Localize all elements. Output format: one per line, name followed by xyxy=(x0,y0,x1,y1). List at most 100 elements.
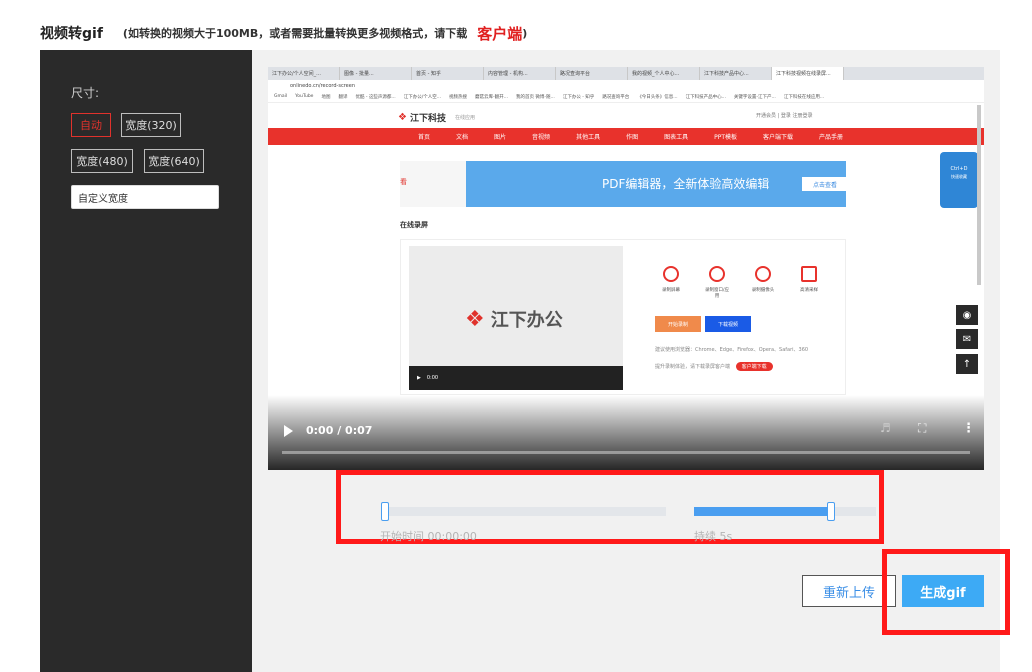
site-tagline: 在线应用 xyxy=(454,115,475,121)
bookmark-item: YouTube xyxy=(295,94,314,99)
play-circle-icon xyxy=(755,266,771,282)
size-480-button[interactable]: 宽度(480) xyxy=(71,149,133,173)
volume-icon[interactable]: ♬ xyxy=(880,421,896,437)
bookmark-item: 路况查询平台 xyxy=(602,94,630,100)
info-note-close: ) xyxy=(522,26,528,40)
monitor-icon xyxy=(663,266,679,282)
site-nav-item: 图片 xyxy=(494,134,507,141)
size-label: 尺寸: xyxy=(71,86,100,100)
banner-button: 点击查看 xyxy=(802,177,846,191)
bookmark-item: 江下办公/个人空... xyxy=(403,94,442,100)
site-nav-item: 客户端下载 xyxy=(763,134,794,141)
site-section-title: 在线录屏 xyxy=(400,221,428,229)
shortcut-text: Ctrl+D xyxy=(950,166,968,172)
feature-label: 录制屏幕 xyxy=(662,288,680,293)
info-note: (如转换的视频大于100MB，或者需要批量转换更多视频格式，请下载 xyxy=(122,27,468,40)
side-shortcut-badge: Ctrl+D 快速收藏 xyxy=(940,152,978,208)
duration-slider-fill xyxy=(694,507,827,516)
site-nav: 首页 文档 图片 音视频 其他工具 作图 图表工具 PPT模板 客户端下载 产品… xyxy=(268,128,984,145)
bookmark-item: 优酷 - 这些声源都... xyxy=(355,94,396,100)
duration-label: 持续 5s xyxy=(694,530,733,543)
banner-left-text: 看 xyxy=(400,161,466,207)
client-note: 提升录制体验，请下载录屏客户端 客户端下载 xyxy=(655,362,773,371)
size-320-button[interactable]: 宽度(320) xyxy=(121,113,181,137)
fullscreen-icon[interactable]: ⛶ xyxy=(918,421,934,437)
site-nav-item: 音视频 xyxy=(532,134,551,141)
title-row: 视频转gif (如转换的视频大于100MB，或者需要批量转换更多视频格式，请下载… xyxy=(40,20,527,46)
bookmark-item: 地图 xyxy=(321,94,331,100)
more-options-icon[interactable]: ⋮ xyxy=(962,421,975,437)
feature-label: 录制摄像头 xyxy=(751,288,775,293)
inner-play-icon: ▶ xyxy=(417,375,421,381)
site-nav-item: PPT模板 xyxy=(714,134,738,141)
site-download-video-button: 下载视频 xyxy=(705,316,751,332)
feature-item: 录制摄像头 xyxy=(749,266,777,299)
site-logo-text: 江下科技 xyxy=(409,114,446,124)
banner-text: PDF编辑器，全新体验高效编辑 xyxy=(602,177,770,191)
bookmark-item: 关键字设置-江下产... xyxy=(733,94,776,100)
browser-tab: 我的视频_个人中心... xyxy=(628,67,700,80)
client-note-text: 提升录制体验，请下载录屏客户端 xyxy=(655,364,731,370)
start-time-slider[interactable] xyxy=(381,502,666,521)
browser-tabbar: 江下办公/个人空间_... 图像 - 批量... 首页 - 知乎 内容管理 - … xyxy=(268,67,984,80)
video-progress-bar[interactable] xyxy=(282,451,970,454)
browser-tab: 江下科技产品中心... xyxy=(700,67,772,80)
bookmark-item: Gmail xyxy=(274,94,288,99)
duration-slider-handle[interactable] xyxy=(826,502,835,521)
record-card: ❖ 江下办公 ▶ 0:00 录制屏幕 录制窗口/应用 录制摄像头 高清采样 开始… xyxy=(400,239,846,395)
feature-row: 录制屏幕 录制窗口/应用 录制摄像头 高清采样 xyxy=(657,266,823,299)
site-banner: PDF编辑器，全新体验高效编辑 点击查看 xyxy=(466,161,846,207)
video-preview[interactable]: 江下办公/个人空间_... 图像 - 批量... 首页 - 知乎 内容管理 - … xyxy=(268,67,984,470)
bookmark-item: 我的首页 微博-随... xyxy=(515,94,555,100)
site-login: 开通会员 | 登录 注册登录 xyxy=(756,113,813,119)
main-panel: 江下办公/个人空间_... 图像 - 批量... 首页 - 知乎 内容管理 - … xyxy=(252,50,1010,672)
bookmark-item: 江下办公 - 知乎 xyxy=(562,94,595,100)
play-icon[interactable] xyxy=(284,425,293,437)
client-download-pill: 客户端下载 xyxy=(735,362,773,371)
site-nav-item: 产品手册 xyxy=(819,134,844,141)
size-auto-button[interactable]: 自动 xyxy=(71,113,111,137)
site-start-record-button: 开始录制 xyxy=(655,316,701,332)
bookmark-item: 翻译 xyxy=(338,94,348,100)
browser-address-bar: onlinedo.cn/record-screen xyxy=(268,80,984,91)
start-time-label: 开始时间 00:00:00 xyxy=(380,530,477,543)
microphone-icon xyxy=(709,266,725,282)
browser-tab: 路况查询平台 xyxy=(556,67,628,80)
feature-label: 高清采样 xyxy=(800,288,818,293)
feature-item: 高清采样 xyxy=(795,266,823,299)
feature-item: 录制屏幕 xyxy=(657,266,685,299)
generate-highlight-frame xyxy=(882,549,1010,635)
inner-scrollbar xyxy=(977,105,981,285)
site-header: ❖ 江下科技 在线应用 开通会员 | 登录 注册登录 xyxy=(268,104,984,128)
inner-logo: ❖ 江下办公 xyxy=(465,306,563,332)
client-download-link[interactable]: 客户端 xyxy=(477,23,522,44)
mail-icon: ✉ xyxy=(956,329,978,349)
inner-time: 0:00 xyxy=(426,375,439,381)
inner-logo-mark-icon: ❖ xyxy=(465,306,485,332)
browser-tab: 江下办公/个人空间_... xyxy=(268,67,340,80)
site-logo: ❖ 江下科技 在线应用 xyxy=(398,111,475,124)
back-to-top-icon: ↑ xyxy=(956,354,978,374)
site-nav-item: 首页 xyxy=(418,134,431,141)
start-slider-handle[interactable] xyxy=(381,502,389,521)
logo-mark-icon: ❖ xyxy=(398,112,407,123)
bookmark-item: 江下科技在线应用... xyxy=(783,94,825,100)
video-controls-overlay xyxy=(268,395,984,470)
hd-icon xyxy=(801,266,817,282)
feature-label: 录制窗口/应用 xyxy=(704,288,730,299)
browser-tab-active: 江下科技视频在线录屏... xyxy=(772,67,844,80)
browser-tab: 图像 - 批量... xyxy=(340,67,412,80)
browser-tab: 内容管理 - 机构... xyxy=(484,67,556,80)
bookmark-item: 《今日头条》信息... xyxy=(637,94,678,100)
custom-width-input[interactable]: 自定义宽度 xyxy=(71,185,219,209)
inner-video: ❖ 江下办公 ▶ 0:00 xyxy=(409,246,623,390)
page-title: 视频转gif xyxy=(40,26,103,42)
headset-icon: ◉ xyxy=(956,305,978,325)
site-nav-item: 其他工具 xyxy=(576,134,601,141)
duration-slider[interactable] xyxy=(694,502,876,521)
shortcut-label: 快速收藏 xyxy=(951,174,967,179)
site-nav-item: 文档 xyxy=(456,134,469,141)
site-nav-item: 作图 xyxy=(626,134,639,141)
inner-logo-text: 江下办公 xyxy=(490,310,563,331)
size-640-button[interactable]: 宽度(640) xyxy=(144,149,204,173)
